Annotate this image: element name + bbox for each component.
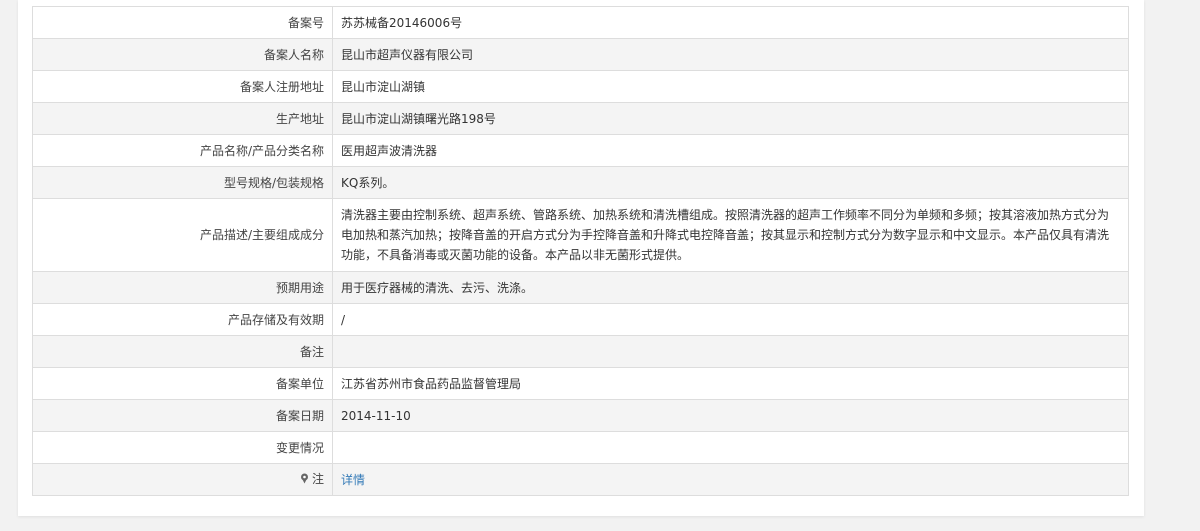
row-label: 预期用途 xyxy=(32,271,333,304)
row-label: 备案单位 xyxy=(32,367,333,400)
row-label: 备案日期 xyxy=(32,399,333,432)
table-row: 产品存储及有效期 / xyxy=(32,303,1129,336)
row-label: 备案人名称 xyxy=(32,38,333,71)
row-value: 昆山市淀山湖镇 xyxy=(332,70,1129,103)
row-value: 昆山市淀山湖镇曙光路198号 xyxy=(332,102,1129,135)
row-value: 医用超声波清洗器 xyxy=(332,134,1129,167)
row-label: 产品名称/产品分类名称 xyxy=(32,134,333,167)
table-row: 备案人名称 昆山市超声仪器有限公司 xyxy=(32,38,1129,71)
note-row-value: 详情 xyxy=(332,463,1129,496)
table-row: 型号规格/包装规格 KQ系列。 xyxy=(32,166,1129,199)
row-label: 备注 xyxy=(32,335,333,368)
table-row: 产品描述/主要组成成分 清洗器主要由控制系统、超声系统、管路系统、加热系统和清洗… xyxy=(32,198,1129,272)
note-row-label: 注 xyxy=(32,463,333,496)
table-row: 备案人注册地址 昆山市淀山湖镇 xyxy=(32,70,1129,103)
note-label: 注 xyxy=(311,471,324,486)
note-label-wrap: 注 xyxy=(299,470,324,488)
row-value: KQ系列。 xyxy=(332,166,1129,199)
table-row: 备注 xyxy=(32,335,1129,368)
table-row: 预期用途 用于医疗器械的清洗、去污、洗涤。 xyxy=(32,271,1129,304)
row-value: 清洗器主要由控制系统、超声系统、管路系统、加热系统和清洗槽组成。按照清洗器的超声… xyxy=(332,198,1129,272)
table-row: 备案号 苏苏械备20146006号 xyxy=(32,6,1129,39)
table-row: 变更情况 xyxy=(32,431,1129,464)
table-row: 生产地址 昆山市淀山湖镇曙光路198号 xyxy=(32,102,1129,135)
row-label: 产品存储及有效期 xyxy=(32,303,333,336)
row-label: 产品描述/主要组成成分 xyxy=(32,198,333,272)
row-value xyxy=(332,335,1129,368)
row-label: 生产地址 xyxy=(32,102,333,135)
row-value: 江苏省苏州市食品药品监督管理局 xyxy=(332,367,1129,400)
record-panel: 备案号 苏苏械备20146006号 备案人名称 昆山市超声仪器有限公司 备案人注… xyxy=(18,0,1144,516)
row-label: 型号规格/包装规格 xyxy=(32,166,333,199)
row-value: 昆山市超声仪器有限公司 xyxy=(332,38,1129,71)
row-value xyxy=(332,431,1129,464)
table-row: 备案日期 2014-11-10 xyxy=(32,399,1129,432)
row-label: 备案人注册地址 xyxy=(32,70,333,103)
row-label: 变更情况 xyxy=(32,431,333,464)
record-table: 备案号 苏苏械备20146006号 备案人名称 昆山市超声仪器有限公司 备案人注… xyxy=(32,6,1129,496)
row-value: 用于医疗器械的清洗、去污、洗涤。 xyxy=(332,271,1129,304)
row-label: 备案号 xyxy=(32,6,333,39)
table-row: 备案单位 江苏省苏州市食品药品监督管理局 xyxy=(32,367,1129,400)
details-link[interactable]: 详情 xyxy=(341,473,365,487)
row-value: 2014-11-10 xyxy=(332,399,1129,432)
table-row: 注 详情 xyxy=(32,463,1129,496)
row-value: 苏苏械备20146006号 xyxy=(332,6,1129,39)
table-row: 产品名称/产品分类名称 医用超声波清洗器 xyxy=(32,134,1129,167)
pin-icon xyxy=(299,473,310,484)
row-value: / xyxy=(332,303,1129,336)
